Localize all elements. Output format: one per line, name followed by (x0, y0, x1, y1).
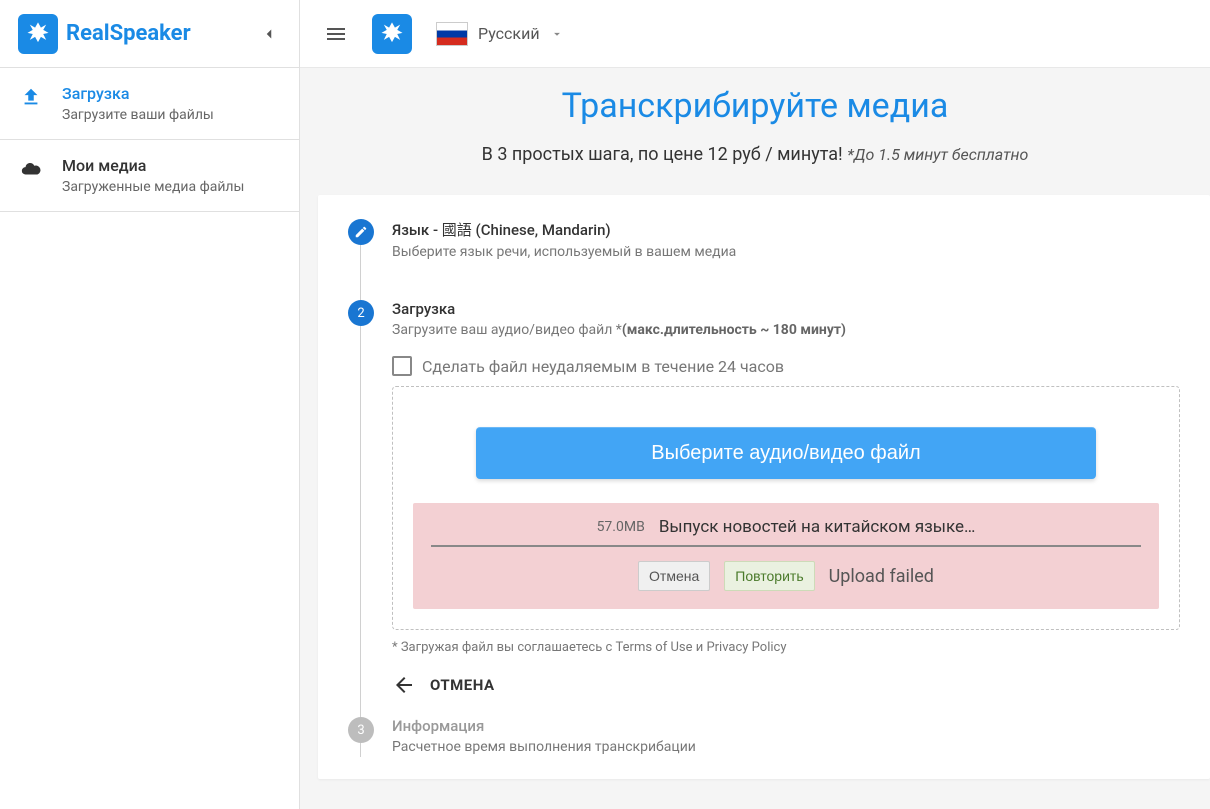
step-upload: 2 Загрузка Загрузите ваш аудио/видео фай… (348, 300, 1180, 717)
cloud-icon (20, 158, 44, 184)
back-button[interactable]: ОТМЕНА (392, 673, 1180, 697)
file-name: Выпуск новостей на китайском языке… (659, 517, 976, 537)
upload-icon (20, 86, 44, 112)
upload-dropzone[interactable]: Выберите аудио/видео файл 57.0MB Выпуск … (392, 386, 1180, 630)
file-row: 57.0MB Выпуск новостей на китайском язык… (413, 503, 1159, 609)
hero: Транскрибируйте медиа В 3 простых шага, … (300, 68, 1210, 177)
page-title: Транскрибируйте медиа (300, 86, 1210, 126)
step-title: Загрузка (392, 300, 1180, 318)
terms-of-use-link[interactable]: Terms of Use (616, 640, 693, 655)
logo-icon (18, 14, 58, 54)
choose-file-button[interactable]: Выберите аудио/видео файл (476, 427, 1096, 479)
step-title: Информация (392, 717, 1180, 735)
back-label: ОТМЕНА (430, 676, 495, 694)
step-language[interactable]: Язык - 國語 (Chinese, Mandarin) Выберите я… (348, 219, 1180, 300)
terms-text: * Загружая файл вы соглашаетесь с Terms … (392, 640, 1180, 655)
sidebar-item-my-media[interactable]: Мои медиа Загруженные медиа файлы (0, 140, 299, 212)
step-info: 3 Информация Расчетное время выполнения … (348, 717, 1180, 755)
upload-status: Upload failed (829, 566, 934, 587)
step-desc: Выберите язык речи, используемый в вашем… (392, 244, 1180, 260)
brand-name: RealSpeaker (66, 21, 191, 46)
flag-icon (436, 22, 468, 46)
arrow-left-icon (392, 673, 416, 697)
sidebar-collapse-button[interactable] (257, 22, 281, 46)
keep-file-checkbox-row: Сделать файл неудаляемым в течение 24 ча… (392, 356, 1180, 376)
chevron-down-icon (550, 27, 564, 41)
upload-progress (431, 545, 1141, 547)
content: Транскрибируйте медиа В 3 простых шага, … (300, 68, 1210, 809)
sidebar-header: RealSpeaker (0, 0, 299, 68)
edit-icon (348, 219, 374, 245)
language-label: Русский (478, 24, 540, 43)
step-number: 2 (348, 300, 374, 326)
step-desc: Загрузите ваш аудио/видео файл *(макс.дл… (392, 322, 1180, 338)
steps-card: Язык - 國語 (Chinese, Mandarin) Выберите я… (318, 195, 1210, 779)
app-icon[interactable] (372, 14, 412, 54)
privacy-policy-link[interactable]: Privacy Policy (706, 640, 786, 655)
step-title: Язык - 國語 (Chinese, Mandarin) (392, 219, 1180, 240)
step-desc: Расчетное время выполнения транскрибации (392, 739, 1180, 755)
step-number: 3 (348, 717, 374, 743)
sidebar-item-label: Загрузка (62, 84, 214, 103)
sidebar-item-sub: Загрузите ваши файлы (62, 107, 214, 123)
cancel-upload-button[interactable]: Отмена (638, 561, 710, 591)
brand-logo[interactable]: RealSpeaker (18, 14, 257, 54)
main: Русский Транскрибируйте медиа В 3 просты… (300, 0, 1210, 809)
keep-file-checkbox[interactable] (392, 356, 412, 376)
sidebar-item-label: Мои медиа (62, 156, 244, 175)
page-subtitle: В 3 простых шага, по цене 12 руб / минут… (300, 144, 1210, 165)
menu-button[interactable] (324, 22, 348, 46)
sidebar: RealSpeaker Загрузка Загрузите ваши файл… (0, 0, 300, 809)
retry-upload-button[interactable]: Повторить (724, 561, 814, 591)
sidebar-item-upload[interactable]: Загрузка Загрузите ваши файлы (0, 68, 299, 140)
language-selector[interactable]: Русский (436, 22, 564, 46)
file-size: 57.0MB (597, 519, 645, 535)
keep-file-label: Сделать файл неудаляемым в течение 24 ча… (422, 357, 784, 376)
topbar: Русский (300, 0, 1210, 68)
sidebar-item-sub: Загруженные медиа файлы (62, 179, 244, 195)
